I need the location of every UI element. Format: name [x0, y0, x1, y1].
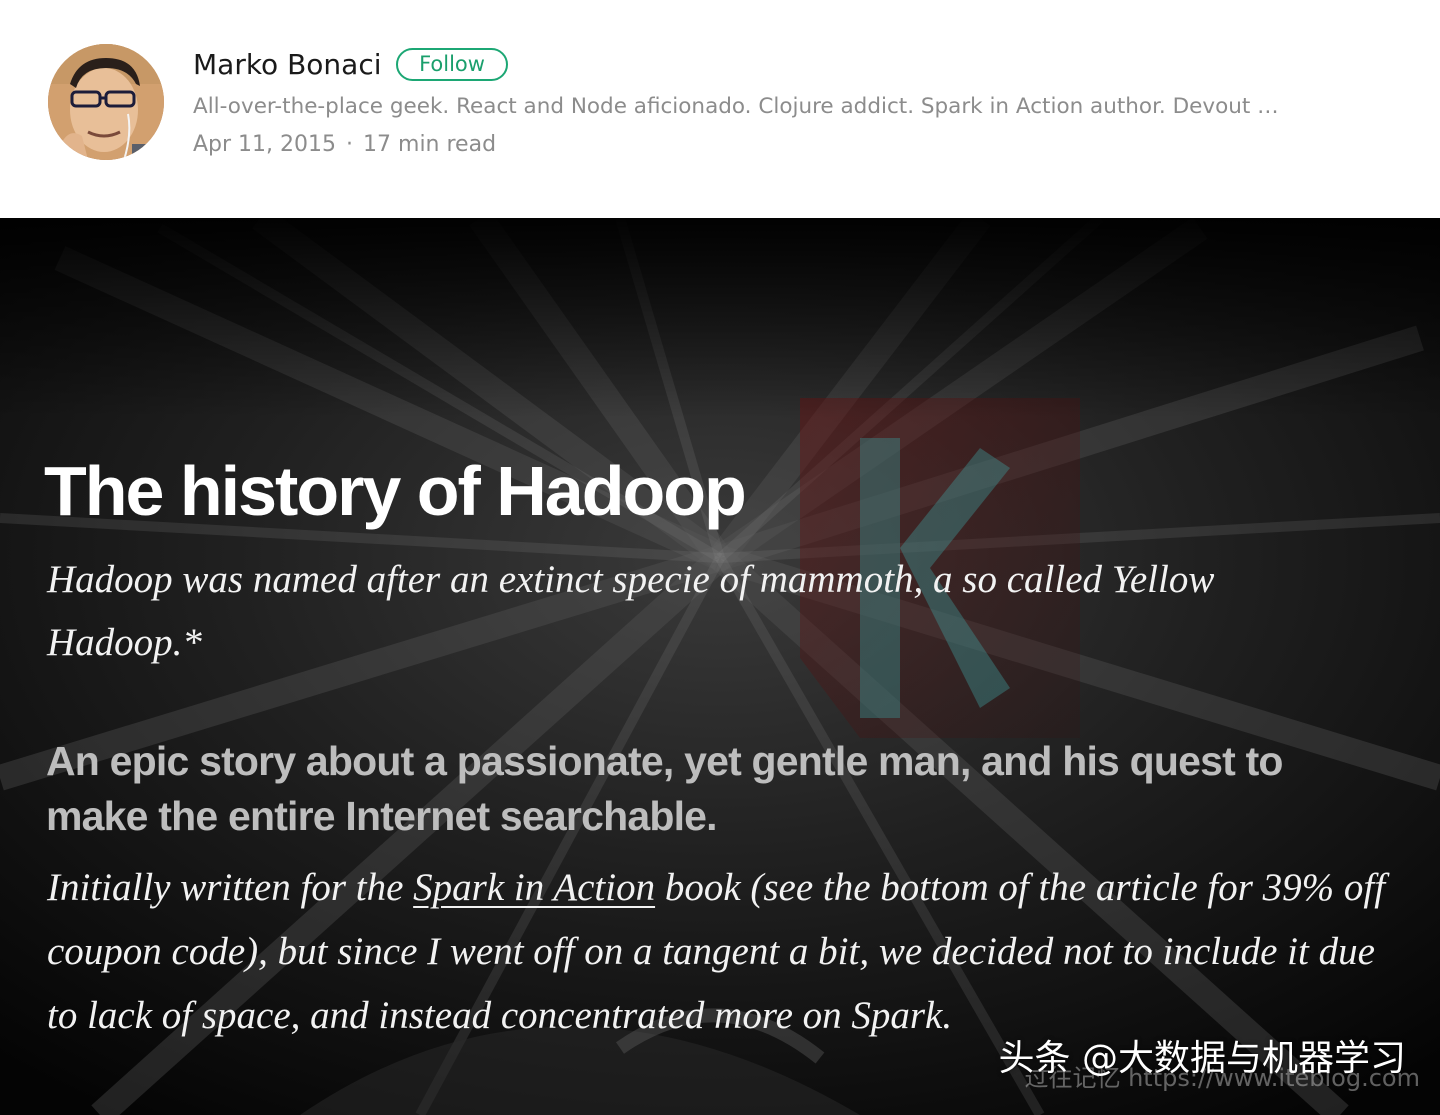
avatar-portrait: [48, 44, 164, 160]
meta-separator: ·: [346, 132, 354, 157]
intro-text-before-link: Initially written for the: [47, 866, 414, 909]
hero-section: The history of Hadoop Hadoop was named a…: [0, 218, 1440, 1115]
author-bio: All-over-the-place geek. React and Node …: [193, 94, 1279, 119]
author-avatar[interactable]: [48, 44, 164, 160]
watermark-main: 头条 @大数据与机器学习: [998, 1038, 1406, 1079]
follow-button[interactable]: Follow: [396, 48, 508, 81]
author-name[interactable]: Marko Bonaci: [193, 46, 382, 84]
article-lede: An epic story about a passionate, yet ge…: [46, 738, 1283, 839]
publish-date: Apr 11, 2015: [193, 132, 337, 157]
article-title: The history of Hadoop: [44, 452, 747, 530]
article-subtitle: Hadoop was named after an extinct specie…: [47, 558, 1215, 664]
article-intro: Initially written for the Spark in Actio…: [47, 856, 1407, 1048]
spark-in-action-link[interactable]: Spark in Action: [413, 866, 655, 909]
author-header: Marko Bonaci Follow All-over-the-place g…: [0, 0, 1440, 218]
read-time: 17 min read: [363, 132, 497, 157]
post-meta: Apr 11, 2015 · 17 min read: [193, 130, 496, 160]
